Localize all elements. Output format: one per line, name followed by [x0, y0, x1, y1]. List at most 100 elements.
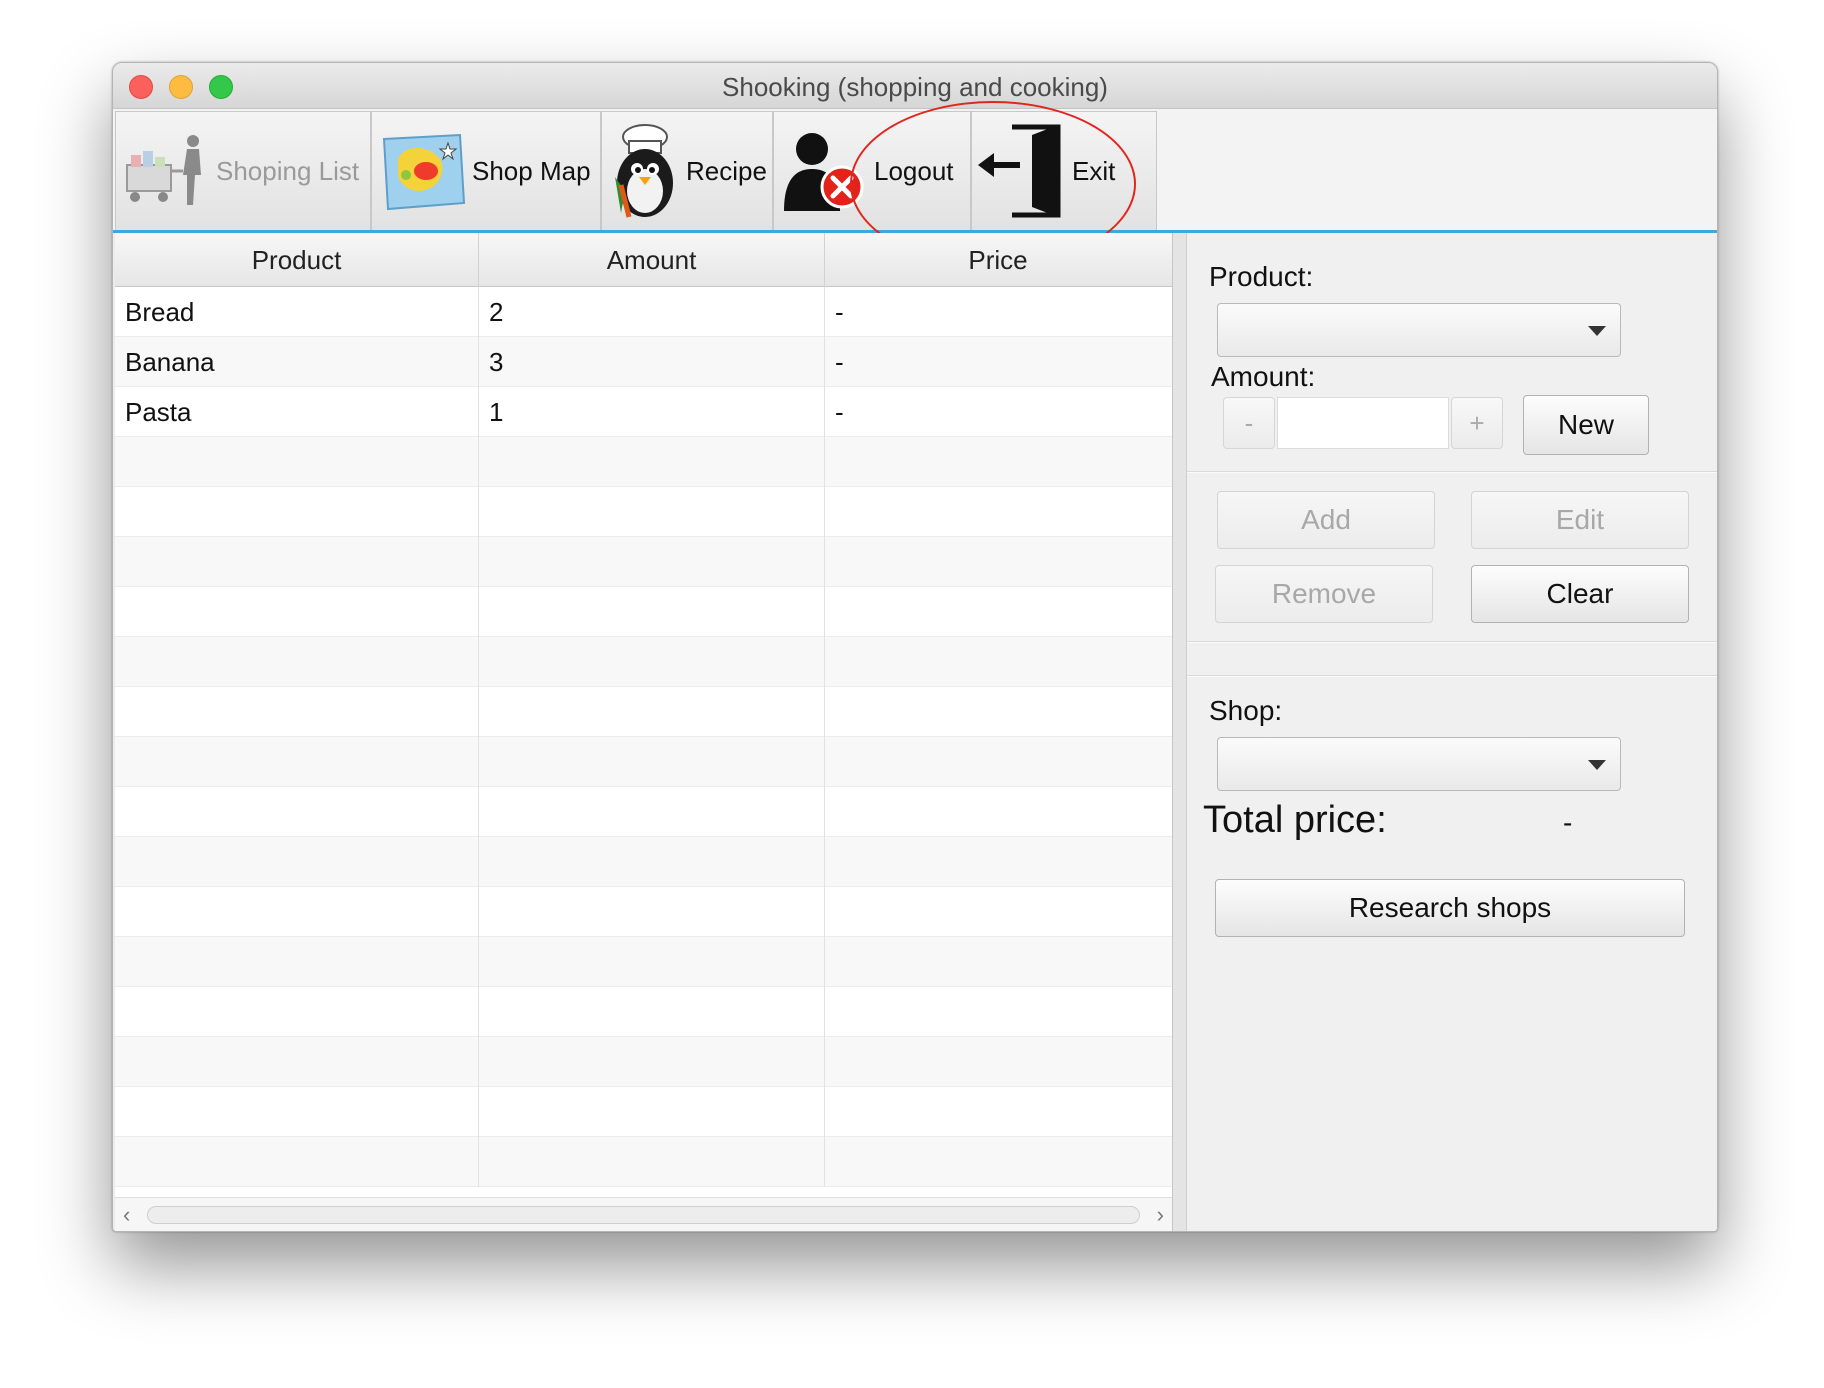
tab-label: Shop Map [472, 155, 591, 186]
split-pane-divider[interactable] [1173, 233, 1187, 1231]
table-cell-amount [479, 587, 825, 637]
column-header-price[interactable]: Price [825, 233, 1171, 287]
table-cell-amount [479, 787, 825, 837]
table-cell-product [115, 1137, 479, 1187]
remove-button[interactable]: Remove [1215, 565, 1433, 623]
table-cell-product [115, 587, 479, 637]
table-row[interactable]: Pasta 1- [115, 387, 1172, 437]
map-icon [372, 121, 472, 221]
user-logout-icon [774, 121, 874, 221]
chevron-down-icon [1588, 326, 1606, 336]
table-row[interactable]: Bread 2- [115, 287, 1172, 337]
table-cell-amount [479, 437, 825, 487]
tab-label: Exit [1072, 155, 1116, 186]
table-row[interactable] [115, 537, 1172, 587]
tab-label: Recipe [686, 155, 767, 186]
table-cell-product [115, 987, 479, 1037]
shopping-cart-person-icon [116, 121, 216, 221]
table-cell-price [825, 537, 1171, 587]
tab-label: Logout [874, 155, 954, 186]
table-cell-product [115, 687, 479, 737]
table-cell-price [825, 987, 1171, 1037]
table-row[interactable] [115, 1037, 1172, 1087]
table-row[interactable] [115, 687, 1172, 737]
tab-shopping-list[interactable]: Shoping List [115, 111, 371, 230]
table-cell-amount: 2 [479, 287, 825, 337]
research-shops-button[interactable]: Research shops [1215, 879, 1685, 937]
table-cell-price [825, 737, 1171, 787]
tab-shop-map[interactable]: Shop Map [371, 111, 601, 230]
column-header-amount[interactable]: Amount [479, 233, 825, 287]
product-combobox[interactable] [1217, 303, 1621, 357]
table-cell-price [825, 637, 1171, 687]
table-row[interactable] [115, 587, 1172, 637]
shop-label: Shop: [1209, 695, 1283, 726]
decrement-button[interactable]: - [1223, 397, 1275, 449]
table-cell-product [115, 837, 479, 887]
table-cell-price [825, 687, 1171, 737]
table-cell-amount [479, 837, 825, 887]
table-cell-amount [479, 637, 825, 687]
table-cell-price [825, 1087, 1171, 1137]
shop-combobox[interactable] [1217, 737, 1621, 791]
table-cell-product [115, 487, 479, 537]
table-cell-product: Pasta [115, 387, 479, 437]
table-cell-product [115, 437, 479, 487]
table-row[interactable] [115, 437, 1172, 487]
table-row[interactable] [115, 1087, 1172, 1137]
amount-label: Amount: [1211, 361, 1316, 392]
table-cell-amount [479, 737, 825, 787]
chef-penguin-icon [602, 121, 686, 221]
table-row[interactable] [115, 937, 1172, 987]
table-row[interactable] [115, 987, 1172, 1037]
increment-button[interactable]: + [1451, 397, 1503, 449]
table-header: Product Amount Price [115, 233, 1172, 287]
table-cell-price: - [835, 296, 844, 327]
divider [1187, 471, 1717, 473]
table-cell-price [825, 1037, 1171, 1087]
new-button[interactable]: New [1523, 395, 1649, 455]
scroll-right-icon[interactable]: › [1157, 1202, 1164, 1228]
table-cell-amount [479, 487, 825, 537]
table-row[interactable] [115, 487, 1172, 537]
horizontal-scrollbar[interactable]: ‹ › [115, 1197, 1172, 1231]
clear-button[interactable]: Clear [1471, 565, 1689, 623]
table-cell-price [825, 837, 1171, 887]
app-window: Shooking (shopping and cooking) Shoping … [112, 62, 1718, 1232]
table-row[interactable]: Banana 3- [115, 337, 1172, 387]
column-header-product[interactable]: Product [115, 233, 479, 287]
table-row[interactable] [115, 1137, 1172, 1187]
edit-button[interactable]: Edit [1471, 491, 1689, 549]
table-cell-price [825, 487, 1171, 537]
table-row[interactable] [115, 887, 1172, 937]
tab-label: Shoping List [216, 155, 360, 186]
shopping-list-table: Product Amount Price Bread 2- Banana 3- Past… [115, 233, 1173, 1231]
table-row[interactable] [115, 837, 1172, 887]
chevron-down-icon [1588, 760, 1606, 770]
table-body: Bread 2- Banana 3- Pasta 1- [115, 287, 1172, 1187]
tab-logout[interactable]: Logout [773, 111, 971, 230]
amount-field[interactable] [1277, 397, 1449, 449]
table-cell-amount [479, 1037, 825, 1087]
scroll-thumb[interactable] [147, 1206, 1140, 1224]
table-cell-amount [479, 1137, 825, 1187]
table-cell-product: Banana [115, 337, 479, 387]
table-cell-amount [479, 537, 825, 587]
table-cell-amount [479, 937, 825, 987]
title-bar: Shooking (shopping and cooking) [113, 63, 1717, 109]
table-cell-amount: 1 [479, 387, 825, 437]
tab-bar: Shoping List Shop Map Recipe Logout Exit [113, 109, 1717, 233]
scroll-left-icon[interactable]: ‹ [123, 1202, 130, 1228]
product-label: Product: [1209, 261, 1314, 292]
add-button[interactable]: Add [1217, 491, 1435, 549]
table-cell-product [115, 1037, 479, 1087]
tab-exit[interactable]: Exit [971, 111, 1157, 230]
table-row[interactable] [115, 787, 1172, 837]
table-cell-amount [479, 887, 825, 937]
table-cell-product [115, 1087, 479, 1137]
table-row[interactable] [115, 737, 1172, 787]
table-cell-product [115, 637, 479, 687]
tab-recipe[interactable]: Recipe [601, 111, 773, 230]
table-row[interactable] [115, 637, 1172, 687]
table-cell-product [115, 887, 479, 937]
